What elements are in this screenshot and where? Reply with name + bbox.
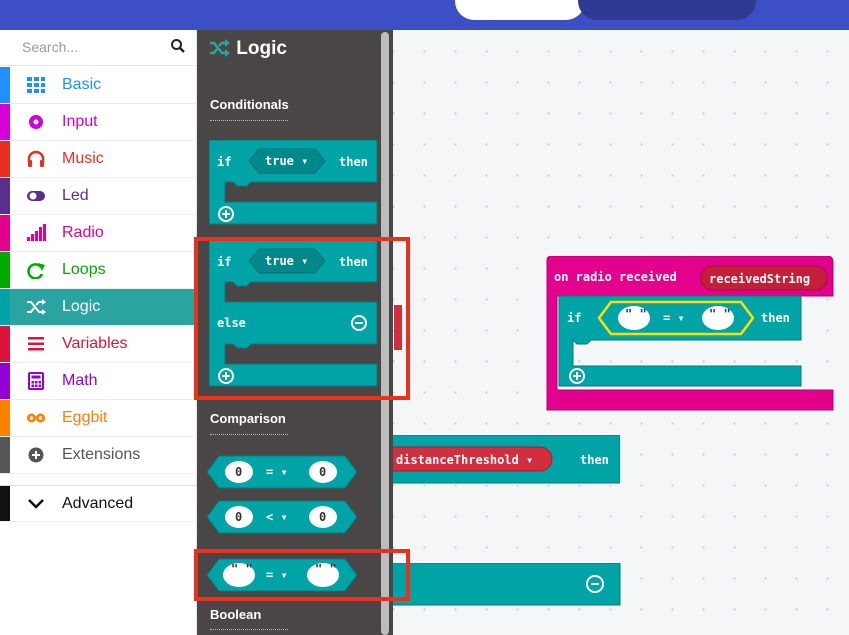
category-label: Eggbit — [62, 409, 108, 426]
search-input[interactable] — [20, 36, 160, 58]
list-icon — [28, 337, 44, 351]
search-box — [0, 30, 197, 66]
category-label: Variables — [62, 335, 128, 352]
category-label: Logic — [62, 298, 101, 315]
if-label: if — [567, 311, 581, 325]
category-label: Input — [62, 113, 98, 130]
top-header — [0, 0, 849, 30]
highlight-if-else-block — [194, 237, 410, 400]
category-label: Music — [62, 150, 104, 167]
shuffle-icon — [27, 299, 46, 315]
category-logic[interactable]: Logic — [0, 289, 197, 326]
radio-param-label: receivedString — [709, 272, 810, 286]
signal-bars-icon — [27, 224, 46, 241]
category-advanced[interactable]: Advanced — [0, 485, 197, 522]
category-label: Loops — [62, 261, 106, 278]
circle-dot-icon — [29, 115, 43, 129]
category-variables[interactable]: Variables — [0, 326, 197, 363]
category-basic[interactable]: Basic — [0, 67, 197, 104]
category-input[interactable]: Input — [0, 104, 197, 141]
category-loops[interactable]: Loops — [0, 252, 197, 289]
flyout-title-label: Logic — [236, 38, 287, 59]
cmp-op-label[interactable]: = ▾ — [266, 465, 288, 479]
partial-then-label: then — [580, 453, 609, 467]
category-label: Extensions — [62, 446, 141, 463]
header-toggle-left[interactable] — [455, 0, 585, 20]
cmp-right-label[interactable]: 0 — [319, 465, 326, 479]
cmp-op-label[interactable]: < ▾ — [266, 510, 288, 524]
category-eggbit[interactable]: Eggbit — [0, 400, 197, 437]
compare-less-block[interactable]: 0 < ▾ 0 — [205, 499, 360, 535]
then-label: then — [761, 311, 790, 325]
plus-circle-icon — [28, 447, 44, 463]
if-then-block[interactable]: if true ▾ then — [209, 140, 379, 230]
section-divider — [210, 434, 288, 435]
glasses-icon — [27, 413, 45, 423]
chevron-down-icon — [28, 499, 44, 509]
search-icon[interactable] — [170, 38, 186, 54]
partial-if-block[interactable]: distanceThreshold ▾ then — [380, 435, 620, 485]
cmp-right-label[interactable]: 0 — [319, 510, 326, 524]
section-divider — [210, 120, 288, 121]
toolbox-sidebar: Basic Input Music Led Radio — [0, 30, 197, 635]
cmp-left-label[interactable]: 0 — [235, 510, 242, 524]
section-comparison: Comparison — [210, 411, 286, 426]
toggle-icon — [27, 191, 45, 201]
header-toggle-right[interactable] — [578, 0, 756, 20]
section-boolean: Boolean — [210, 607, 262, 622]
shuffle-icon — [210, 39, 230, 57]
section-divider — [210, 629, 288, 630]
partial-else-block[interactable] — [380, 563, 622, 607]
category-led[interactable]: Led — [0, 178, 197, 215]
category-extensions[interactable]: Extensions — [0, 437, 197, 474]
category-music[interactable]: Music — [0, 141, 197, 178]
if-label: if — [217, 155, 231, 169]
section-conditionals: Conditionals — [210, 97, 289, 112]
cmp-left-label[interactable]: 0 — [235, 465, 242, 479]
str-left-label: " " — [625, 307, 647, 321]
grid-icon — [27, 77, 45, 93]
category-label: Led — [62, 187, 89, 204]
category-label: Radio — [62, 224, 104, 241]
then-label: then — [339, 155, 368, 169]
eq-op-label[interactable]: = ▾ — [663, 311, 685, 325]
radio-received-block[interactable]: on radio received receivedString if " " … — [545, 256, 837, 416]
calculator-icon — [28, 372, 44, 390]
flyout-title: Logic — [209, 38, 287, 60]
headphones-icon — [27, 150, 45, 167]
category-radio[interactable]: Radio — [0, 215, 197, 252]
str-right-label: " " — [709, 307, 731, 321]
radio-event-label: on radio received — [554, 270, 677, 284]
category-label: Advanced — [62, 495, 134, 512]
partial-var-label: distanceThreshold ▾ — [396, 453, 533, 467]
loop-arrow-icon — [27, 263, 45, 279]
category-label: Math — [62, 372, 98, 389]
highlight-string-compare — [194, 549, 410, 601]
category-math[interactable]: Math — [0, 363, 197, 400]
true-label: true ▾ — [265, 154, 308, 168]
compare-equals-block[interactable]: 0 = ▾ 0 — [205, 454, 360, 490]
category-label: Basic — [62, 76, 102, 93]
